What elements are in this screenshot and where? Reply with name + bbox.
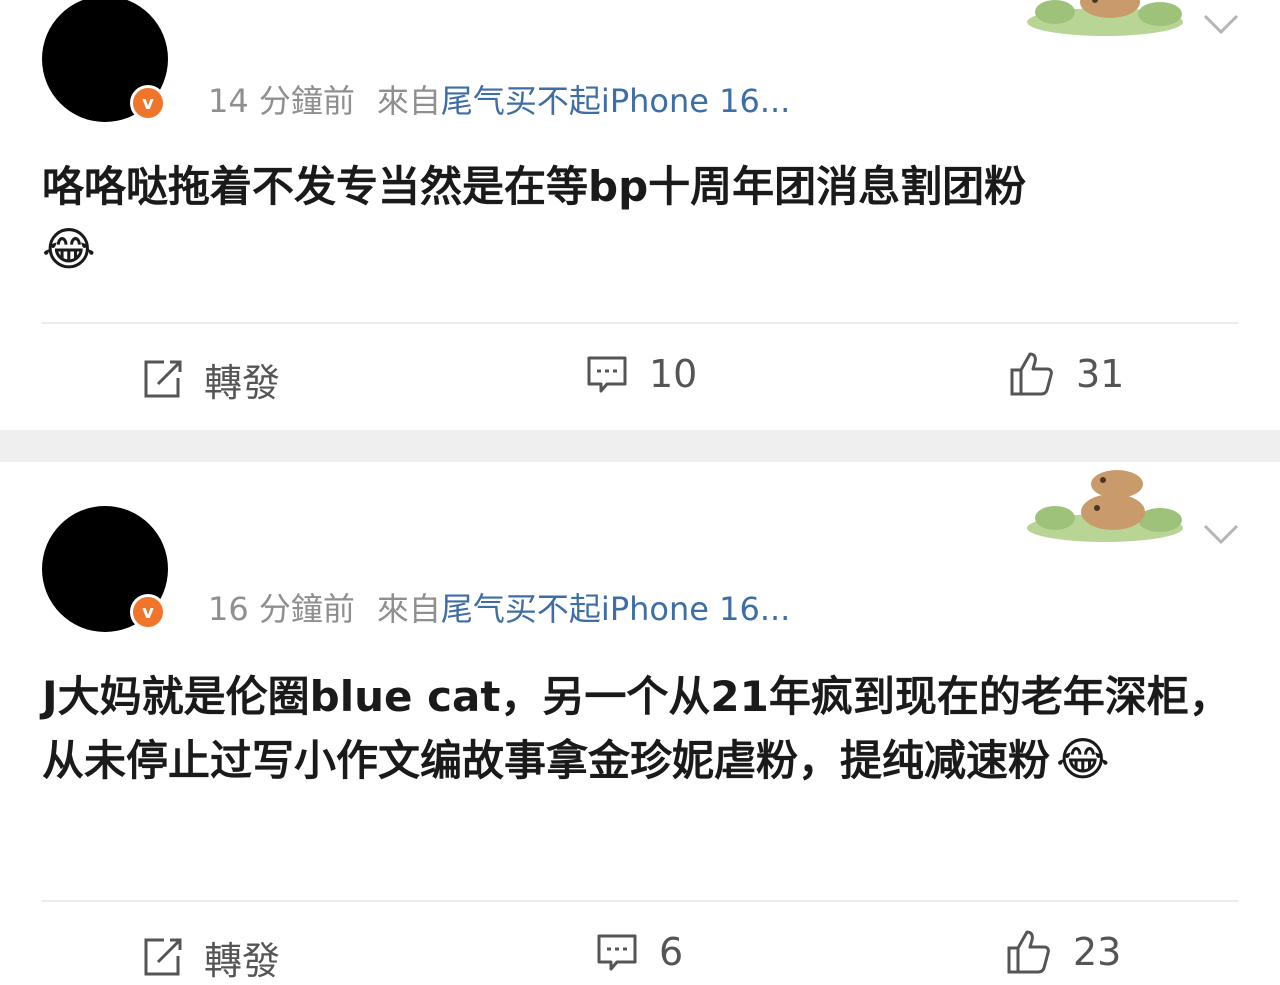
comment-count: 10 xyxy=(649,352,698,396)
like-button[interactable]: 23 xyxy=(1005,928,1121,976)
laugh-cry-emoji: 😂 xyxy=(1056,732,1110,786)
comment-button[interactable]: 10 xyxy=(585,352,697,396)
post-text-content: J大妈就是伦圈blue cat，另一个从21年疯到现在的老年深柜，从未停止过写小… xyxy=(42,672,1231,785)
repost-icon xyxy=(140,936,184,980)
chevron-down-icon[interactable] xyxy=(1202,522,1240,550)
like-icon xyxy=(1005,928,1053,976)
repost-button[interactable]: 轉發 xyxy=(140,930,280,985)
post-card-2: v 16 分鐘前 來自尾气买不起iPhone 16... J大妈就是伦圈blue … xyxy=(0,462,1280,985)
verified-badge-icon: v xyxy=(130,594,166,630)
repost-label: 轉發 xyxy=(204,361,281,405)
chevron-down-icon[interactable] xyxy=(1202,12,1240,40)
post-card-1: v 14 分鐘前 來自尾气买不起iPhone 16... 咯咯哒拖着不发专当然是在… xyxy=(0,0,1280,430)
repost-button[interactable]: 轉發 xyxy=(140,352,280,407)
repost-label: 轉發 xyxy=(204,939,281,983)
post-time: 16 分鐘前 xyxy=(208,590,355,628)
repost-icon xyxy=(140,358,184,402)
post-text: 咯咯哒拖着不发专当然是在等bp十周年团消息割团粉 😂 xyxy=(42,156,1232,282)
divider xyxy=(42,322,1238,324)
comment-icon xyxy=(595,930,639,974)
post-meta: 16 分鐘前 來自尾气买不起iPhone 16... xyxy=(208,584,790,630)
divider xyxy=(42,900,1238,902)
post-time: 14 分鐘前 xyxy=(208,82,355,120)
like-icon xyxy=(1008,350,1056,398)
capybara-sticker-2 xyxy=(1025,462,1185,550)
capybara-sticker-1 xyxy=(1025,0,1185,42)
post-separator xyxy=(0,430,1280,462)
laugh-cry-emoji: 😂 xyxy=(42,222,96,276)
post-text-content: 咯咯哒拖着不发专当然是在等bp十周年团消息割团粉 xyxy=(42,162,1027,211)
comment-count: 6 xyxy=(659,930,684,974)
source-prefix: 來自 xyxy=(376,590,441,628)
verified-badge-icon: v xyxy=(130,85,166,121)
post-text: J大妈就是伦圈blue cat，另一个从21年疯到现在的老年深柜，从未停止过写小… xyxy=(42,666,1232,792)
like-count: 31 xyxy=(1076,352,1125,396)
post-meta: 14 分鐘前 來自尾气买不起iPhone 16... xyxy=(208,76,790,122)
like-count: 23 xyxy=(1073,930,1122,974)
source-device-link[interactable]: 尾气买不起iPhone 16... xyxy=(441,590,790,628)
comment-icon xyxy=(585,352,629,396)
comment-button[interactable]: 6 xyxy=(595,930,683,974)
like-button[interactable]: 31 xyxy=(1008,350,1124,398)
source-device-link[interactable]: 尾气买不起iPhone 16... xyxy=(441,82,790,120)
source-prefix: 來自 xyxy=(376,82,441,120)
